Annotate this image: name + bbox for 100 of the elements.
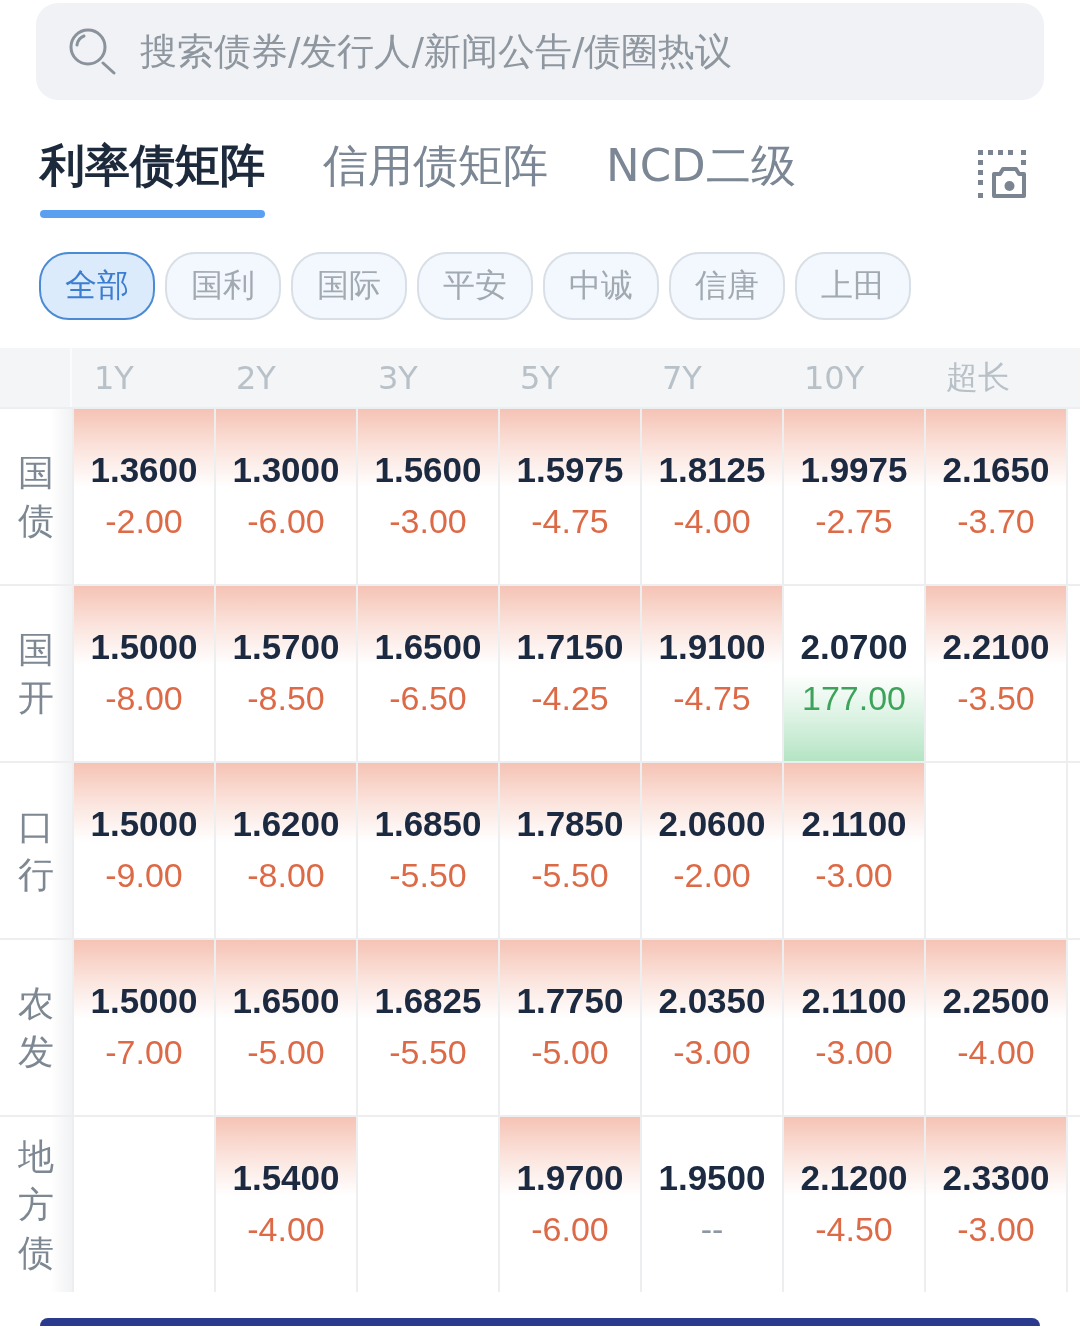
- yield-value: 1.9700: [516, 1157, 624, 1199]
- yield-value: 1.6500: [374, 626, 482, 668]
- change-value: -5.50: [389, 855, 467, 896]
- yield-value: 1.7850: [516, 803, 624, 845]
- column-header: 2Y: [235, 358, 277, 397]
- change-value: -5.50: [389, 1032, 467, 1073]
- column-header: 10Y: [803, 358, 866, 397]
- yield-value: 2.0350: [658, 980, 766, 1022]
- matrix-cell[interactable]: 1.5700 -8.50: [214, 586, 356, 761]
- matrix-cell[interactable]: 1.5600 -3.00: [356, 409, 498, 584]
- change-value: -5.00: [531, 1032, 609, 1073]
- matrix-cell[interactable]: 1.5000 -9.00: [72, 763, 214, 938]
- change-value: -2.00: [105, 501, 183, 542]
- change-value: -9.00: [105, 855, 183, 896]
- change-value: -8.00: [105, 678, 183, 719]
- matrix-cell[interactable]: 1.3600 -2.00: [72, 409, 214, 584]
- search-field[interactable]: 搜索债券/发行人/新闻公告/债圈热议: [36, 3, 1044, 100]
- matrix-cell[interactable]: 1.6200 -8.00: [214, 763, 356, 938]
- matrix-cell[interactable]: 1.5000 -8.00: [72, 586, 214, 761]
- matrix-cell[interactable]: 1.6850 -5.50: [356, 763, 498, 938]
- yield-value: 1.9975: [800, 449, 908, 491]
- change-value: -4.50: [815, 1209, 893, 1250]
- matrix-cell[interactable]: 2.1100 -3.00: [782, 763, 924, 938]
- change-value: -2.00: [673, 855, 751, 896]
- yield-value: 2.0600: [658, 803, 766, 845]
- matrix-cell[interactable]: 1.7850 -5.50: [498, 763, 640, 938]
- change-value: -8.50: [247, 678, 325, 719]
- yield-value: 2.1100: [801, 980, 907, 1022]
- matrix-cell[interactable]: 2.1100 -3.00: [782, 940, 924, 1115]
- column-header: 3Y: [377, 358, 419, 397]
- yield-value: 1.9100: [658, 626, 766, 668]
- matrix-cell[interactable]: 1.6500 -6.50: [356, 586, 498, 761]
- change-value: -3.00: [815, 1032, 893, 1073]
- matrix-cell[interactable]: 1.3000 -6.00: [214, 409, 356, 584]
- yield-value: 1.7150: [516, 626, 624, 668]
- matrix-cell[interactable]: 1.5000 -7.00: [72, 940, 214, 1115]
- yield-value: 2.0700: [800, 626, 908, 668]
- matrix-cell[interactable]: 2.1200 -4.50: [782, 1117, 924, 1292]
- change-value: -3.00: [957, 1209, 1035, 1250]
- matrix-cell[interactable]: 2.0350 -3.00: [640, 940, 782, 1115]
- matrix-cell[interactable]: 1.8125 -4.00: [640, 409, 782, 584]
- change-value: -3.70: [957, 501, 1035, 542]
- search-icon: [68, 27, 118, 75]
- change-value: -4.00: [247, 1209, 325, 1250]
- change-value: -4.75: [531, 501, 609, 542]
- change-value: -6.50: [389, 678, 467, 719]
- matrix-cell[interactable]: 2.0700 177.00: [782, 586, 924, 761]
- matrix-cell[interactable]: 1.9700 -6.00: [498, 1117, 640, 1292]
- change-value: -6.00: [247, 501, 325, 542]
- yield-value: 1.5975: [516, 449, 624, 491]
- yield-value: 1.8125: [658, 449, 766, 491]
- screenshot-camera-icon[interactable]: [978, 150, 1026, 198]
- yield-value: 1.6200: [232, 803, 340, 845]
- change-value: -5.50: [531, 855, 609, 896]
- yield-value: 2.3300: [942, 1157, 1050, 1199]
- matrix-cell[interactable]: 1.6825 -5.50: [356, 940, 498, 1115]
- change-value: --: [700, 1209, 724, 1250]
- matrix-cell[interactable]: 1.5975 -4.75: [498, 409, 640, 584]
- change-value: -3.00: [815, 855, 893, 896]
- change-value: -3.50: [957, 678, 1035, 719]
- change-value: -2.75: [815, 501, 893, 542]
- matrix-cell[interactable]: 2.2500 -4.00: [924, 940, 1066, 1115]
- change-value: -7.00: [105, 1032, 183, 1073]
- change-value: -4.25: [531, 678, 609, 719]
- change-value: -8.00: [247, 855, 325, 896]
- tab[interactable]: NCD二级: [606, 138, 796, 218]
- yield-value: 1.5600: [374, 449, 482, 491]
- change-value: -5.00: [247, 1032, 325, 1073]
- matrix-cell[interactable]: 1.7150 -4.25: [498, 586, 640, 761]
- matrix-cell[interactable]: 2.2100 -3.50: [924, 586, 1066, 761]
- column-header: 1Y: [93, 358, 135, 397]
- yield-value: 1.7750: [516, 980, 624, 1022]
- change-value: -4.00: [673, 501, 751, 542]
- change-value: -6.00: [531, 1209, 609, 1250]
- matrix-cell[interactable]: 2.0600 -2.00: [640, 763, 782, 938]
- change-value: -3.00: [389, 501, 467, 542]
- yield-value: 2.2100: [942, 626, 1050, 668]
- matrix-cell[interactable]: 1.5400 -4.00: [214, 1117, 356, 1292]
- yield-value: 1.5000: [90, 980, 198, 1022]
- matrix-cell[interactable]: 2.3300 -3.00: [924, 1117, 1066, 1292]
- tab[interactable]: 信用债矩阵: [323, 138, 548, 218]
- yield-value: 1.6500: [232, 980, 340, 1022]
- matrix-cell[interactable]: 2.1650 -3.70: [924, 409, 1066, 584]
- yield-value: 1.6825: [374, 980, 482, 1022]
- matrix-cell[interactable]: 1.9100 -4.75: [640, 586, 782, 761]
- tab[interactable]: 利率债矩阵: [40, 138, 265, 218]
- matrix-cell[interactable]: 1.6500 -5.00: [214, 940, 356, 1115]
- yield-value: 1.5400: [232, 1157, 340, 1199]
- column-header: 7Y: [661, 358, 703, 397]
- yield-value: 1.9500: [658, 1157, 766, 1199]
- yield-value: 1.5000: [90, 803, 198, 845]
- yield-value: 2.1100: [801, 803, 907, 845]
- matrix-cell[interactable]: 1.7750 -5.00: [498, 940, 640, 1115]
- yield-value: 2.2500: [942, 980, 1050, 1022]
- change-value: -3.00: [673, 1032, 751, 1073]
- change-value: 177.00: [802, 678, 906, 719]
- matrix-cell[interactable]: 1.9975 -2.75: [782, 409, 924, 584]
- yield-value: 2.1650: [942, 449, 1050, 491]
- yield-value: 1.6850: [374, 803, 482, 845]
- column-header: 超长: [945, 356, 1011, 398]
